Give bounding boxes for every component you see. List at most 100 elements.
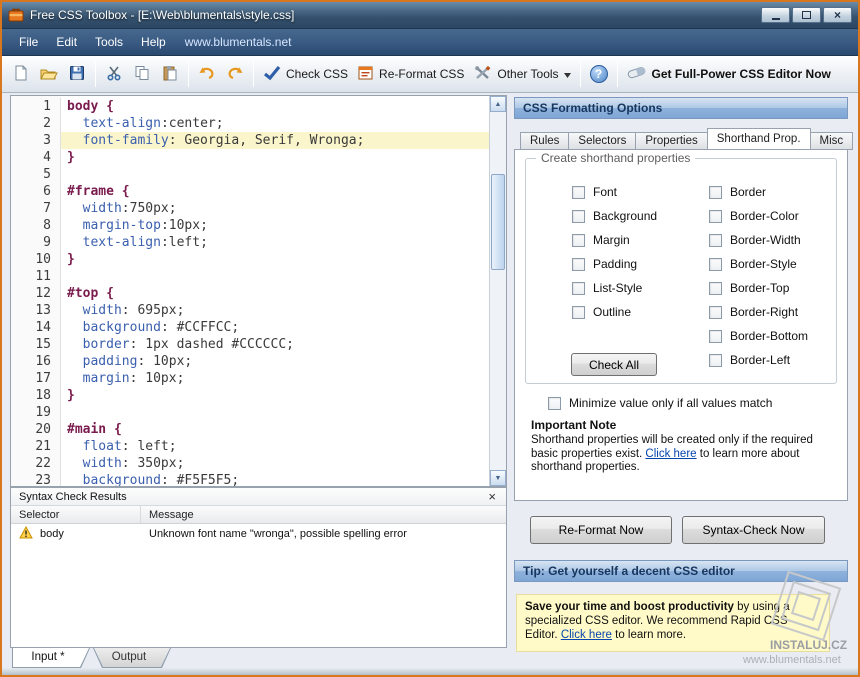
scroll-up-icon[interactable]: ▲ [490,96,506,112]
get-editor-promo-button[interactable]: Get Full-Power CSS Editor Now [622,60,836,88]
checkbox-box[interactable] [709,306,722,319]
redo-button[interactable] [221,60,249,88]
new-button[interactable] [7,60,35,88]
checkbox-background[interactable]: Background [572,209,657,223]
checkbox-list-style[interactable]: List-Style [572,281,657,295]
column-message[interactable]: Message [141,509,506,521]
checkbox-box[interactable] [572,306,585,319]
scrollbar-thumb[interactable] [491,174,505,270]
result-row[interactable]: bodyUnknown font name "wronga", possible… [11,524,506,544]
checkbox-box[interactable] [572,210,585,223]
tab-shorthand-prop[interactable]: Shorthand Prop. [707,128,811,150]
cut-button[interactable] [100,60,128,88]
code-line-18[interactable]: 18} [11,387,489,404]
close-button[interactable]: × [823,7,852,23]
code-line-8[interactable]: 8 margin-top:10px; [11,217,489,234]
code-line-7[interactable]: 7 width:750px; [11,200,489,217]
tab-misc[interactable]: Misc [811,132,854,150]
code-line-6[interactable]: 6#frame { [11,183,489,200]
checkbox-border-color[interactable]: Border-Color [709,209,808,223]
help-button[interactable]: ? [585,60,613,88]
code-line-3[interactable]: 3 font-family: Georgia, Serif, Wronga; [11,132,489,149]
editor-scrollbar[interactable]: ▲ ▼ [489,96,506,486]
maximize-button[interactable] [792,7,821,23]
paste-button[interactable] [156,60,184,88]
code-line-12[interactable]: 12#top { [11,285,489,302]
checkbox-box[interactable] [709,330,722,343]
checkbox-box[interactable] [709,354,722,367]
check-css-button[interactable]: Check CSS [258,60,353,88]
code-line-13[interactable]: 13 width: 695px; [11,302,489,319]
code-line-11[interactable]: 11 [11,268,489,285]
syntax-check-now-button[interactable]: Syntax-Check Now [682,516,825,544]
code-line-22[interactable]: 22 width: 350px; [11,455,489,472]
checkbox-box[interactable] [572,282,585,295]
reformat-css-button[interactable]: Re-Format CSS [353,60,469,88]
checkbox-border-top[interactable]: Border-Top [709,281,808,295]
important-note-text: Shorthand properties will be created onl… [531,434,833,475]
checkbox-box[interactable] [572,258,585,271]
tab-input[interactable]: Input * [12,648,90,668]
blumentals-link[interactable]: www.blumentals.net [175,30,302,54]
checkbox-box[interactable] [572,234,585,247]
code-line-23[interactable]: 23 background: #F5F5F5; [11,472,489,486]
checkbox-border-style[interactable]: Border-Style [709,257,808,271]
line-number: 7 [11,200,61,217]
checkbox-box[interactable] [709,234,722,247]
checkbox-border-bottom[interactable]: Border-Bottom [709,329,808,343]
code-line-2[interactable]: 2 text-align:center; [11,115,489,132]
tab-properties[interactable]: Properties [636,132,707,150]
checkbox-margin[interactable]: Margin [572,233,657,247]
checkbox-border-left[interactable]: Border-Left [709,353,808,367]
code-line-9[interactable]: 9 text-align:left; [11,234,489,251]
checkbox-box[interactable] [572,186,585,199]
code-line-14[interactable]: 14 background: #CCFFCC; [11,319,489,336]
tip-click-here-link[interactable]: Click here [561,629,612,641]
code-line-16[interactable]: 16 padding: 10px; [11,353,489,370]
checkbox-outline[interactable]: Outline [572,305,657,319]
scroll-down-icon[interactable]: ▼ [490,470,506,486]
app-icon [8,7,24,23]
checkbox-box[interactable] [548,397,561,410]
copy-button[interactable] [128,60,156,88]
note-click-here-link[interactable]: Click here [645,448,696,460]
code-line-5[interactable]: 5 [11,166,489,183]
checkbox-border-right[interactable]: Border-Right [709,305,808,319]
code-line-10[interactable]: 10} [11,251,489,268]
code-editor[interactable]: 1body {2 text-align:center;3 font-family… [10,95,507,487]
checkbox-minimize-value[interactable]: Minimize value only if all values match [548,396,772,410]
checkbox-box[interactable] [709,258,722,271]
code-line-17[interactable]: 17 margin: 10px; [11,370,489,387]
code-line-4[interactable]: 4} [11,149,489,166]
reformat-now-button[interactable]: Re-Format Now [530,516,672,544]
tab-rules[interactable]: Rules [520,132,569,150]
column-selector[interactable]: Selector [11,506,141,523]
menu-item-edit[interactable]: Edit [47,30,86,54]
checkbox-border[interactable]: Border [709,185,808,199]
menu-item-help[interactable]: Help [132,30,175,54]
warning-icon [19,526,33,542]
open-button[interactable] [35,60,63,88]
code-line-21[interactable]: 21 float: left; [11,438,489,455]
undo-button[interactable] [193,60,221,88]
checkbox-box[interactable] [709,282,722,295]
checkbox-label: Border [730,185,766,199]
checkbox-border-width[interactable]: Border-Width [709,233,808,247]
menu-item-tools[interactable]: Tools [86,30,132,54]
minimize-button[interactable] [761,7,790,23]
other-tools-button[interactable]: Other Tools [469,60,575,88]
checkbox-box[interactable] [709,186,722,199]
checkbox-padding[interactable]: Padding [572,257,657,271]
checkbox-box[interactable] [709,210,722,223]
code-line-19[interactable]: 19 [11,404,489,421]
tab-output[interactable]: Output [93,648,171,668]
menu-item-file[interactable]: File [10,30,47,54]
results-close-icon[interactable]: × [486,490,498,503]
save-button[interactable] [63,60,91,88]
checkbox-font[interactable]: Font [572,185,657,199]
code-line-20[interactable]: 20#main { [11,421,489,438]
code-line-1[interactable]: 1body { [11,98,489,115]
check-all-button[interactable]: Check All [571,353,657,376]
tab-selectors[interactable]: Selectors [569,132,636,150]
code-line-15[interactable]: 15 border: 1px dashed #CCCCCC; [11,336,489,353]
